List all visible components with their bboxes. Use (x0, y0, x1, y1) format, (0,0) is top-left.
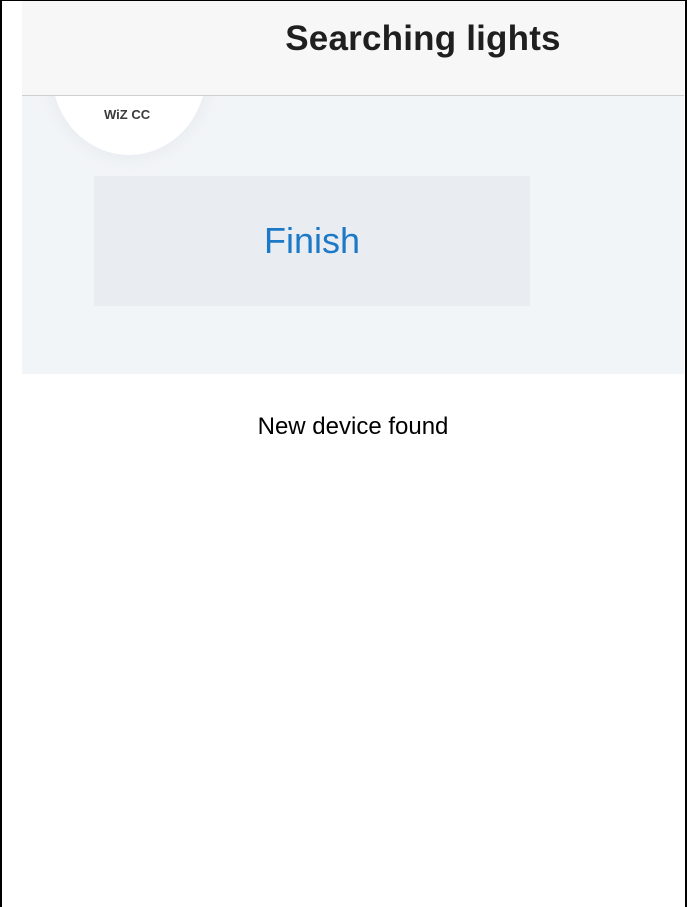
device-name-label: WiZ CC (104, 107, 151, 122)
app-screenshot: Searching lights WiZ CC Finish (22, 1, 684, 374)
navigation-bar: Searching lights (22, 1, 684, 96)
page-frame: Searching lights WiZ CC Finish New devic… (0, 0, 687, 907)
page-title: Searching lights (285, 19, 561, 58)
finish-button[interactable]: Finish (94, 176, 530, 306)
figure-caption: New device found (257, 413, 449, 440)
